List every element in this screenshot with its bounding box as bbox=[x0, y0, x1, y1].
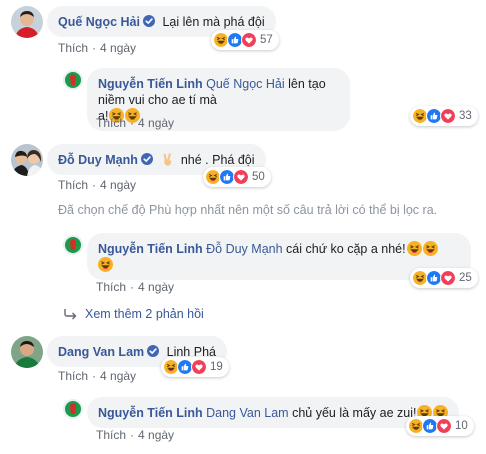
separator-dot: · bbox=[92, 369, 97, 383]
comment-text: cái chứ ko cặp a nhé! bbox=[286, 242, 406, 256]
avatar[interactable] bbox=[63, 235, 83, 255]
reaction-count: 50 bbox=[252, 171, 265, 183]
like-button[interactable]: Thích bbox=[96, 280, 126, 294]
comment-author[interactable]: Nguyễn Tiến Linh bbox=[98, 242, 203, 256]
comment-author[interactable]: Dang Van Lam bbox=[58, 345, 144, 359]
love-reaction-icon bbox=[440, 108, 456, 124]
timestamp[interactable]: 4 ngày bbox=[100, 369, 136, 383]
love-reaction-icon bbox=[191, 359, 207, 375]
view-more-replies-label: Xem thêm 2 phản hồi bbox=[85, 307, 204, 321]
haha-emoji bbox=[407, 241, 422, 256]
like-button[interactable]: Thích bbox=[58, 41, 88, 55]
comment-actions: Thích · 4 ngày bbox=[96, 280, 174, 294]
mention-link[interactable]: Đỗ Duy Mạnh bbox=[206, 242, 282, 256]
separator-dot: · bbox=[130, 116, 135, 130]
reaction-count: 10 bbox=[455, 420, 468, 432]
timestamp[interactable]: 4 ngày bbox=[138, 280, 174, 294]
haha-emoji bbox=[98, 257, 113, 272]
comment-actions: Thích · 4 ngày bbox=[96, 116, 174, 130]
timestamp[interactable]: 4 ngày bbox=[138, 116, 174, 130]
comment-text: Lại lên mà phá đội bbox=[162, 15, 265, 29]
comment-actions: Thích · 4 ngày bbox=[96, 428, 174, 442]
reply-arrow-icon bbox=[64, 308, 78, 320]
avatar[interactable] bbox=[11, 336, 43, 368]
reactions-summary[interactable]: 10 bbox=[406, 416, 474, 436]
view-more-replies-link[interactable]: Xem thêm 2 phản hồi bbox=[64, 307, 204, 321]
verified-badge-icon bbox=[143, 15, 155, 27]
separator-dot: · bbox=[92, 178, 97, 192]
reactions-summary[interactable]: 50 bbox=[203, 167, 271, 187]
reactions-summary[interactable]: 33 bbox=[410, 106, 478, 126]
mention-link[interactable]: Dang Van Lam bbox=[206, 406, 288, 420]
reactions-summary[interactable]: 57 bbox=[211, 30, 279, 50]
avatar[interactable] bbox=[63, 70, 83, 90]
victory-hand-emoji bbox=[164, 153, 172, 166]
comment-actions: Thích · 4 ngày bbox=[58, 369, 136, 383]
timestamp[interactable]: 4 ngày bbox=[138, 428, 174, 442]
like-button[interactable]: Thích bbox=[58, 369, 88, 383]
comment-author[interactable]: Nguyễn Tiến Linh bbox=[98, 77, 203, 91]
reaction-count: 33 bbox=[459, 110, 472, 122]
filter-note: Đã chọn chế độ Phù hợp nhất nên một số c… bbox=[58, 203, 438, 217]
love-reaction-icon bbox=[233, 169, 249, 185]
comment-text: nhé . Phá đội bbox=[180, 153, 255, 167]
reactions-summary[interactable]: 25 bbox=[410, 268, 478, 288]
reply-bubble: Nguyễn Tiến Linh Dang Van Lam chủ yếu là… bbox=[87, 397, 460, 428]
avatar[interactable] bbox=[11, 144, 43, 176]
timestamp[interactable]: 4 ngày bbox=[100, 178, 136, 192]
separator-dot: · bbox=[92, 41, 97, 55]
comment-text: chủ yếu là mấy ae zui! bbox=[292, 406, 417, 420]
love-reaction-icon bbox=[440, 270, 456, 286]
like-button[interactable]: Thích bbox=[96, 116, 126, 130]
reactions-summary[interactable]: 19 bbox=[161, 357, 229, 377]
avatar[interactable] bbox=[11, 6, 43, 38]
reaction-count: 57 bbox=[260, 34, 273, 46]
comment-actions: Thích · 4 ngày bbox=[58, 41, 136, 55]
reaction-count: 19 bbox=[210, 361, 223, 373]
verified-badge-icon bbox=[147, 345, 159, 357]
mention-link[interactable]: Quế Ngọc Hải bbox=[206, 77, 285, 91]
love-reaction-icon bbox=[436, 418, 452, 434]
avatar[interactable] bbox=[63, 399, 83, 419]
like-button[interactable]: Thích bbox=[58, 178, 88, 192]
verified-badge-icon bbox=[141, 153, 153, 165]
comment-author[interactable]: Quế Ngọc Hải bbox=[58, 15, 140, 29]
comment-actions: Thích · 4 ngày bbox=[58, 178, 136, 192]
separator-dot: · bbox=[130, 280, 135, 294]
separator-dot: · bbox=[130, 428, 135, 442]
love-reaction-icon bbox=[241, 32, 257, 48]
reaction-count: 25 bbox=[459, 272, 472, 284]
haha-emoji bbox=[423, 241, 438, 256]
comment-author[interactable]: Đỗ Duy Mạnh bbox=[58, 153, 138, 167]
like-button[interactable]: Thích bbox=[96, 428, 126, 442]
timestamp[interactable]: 4 ngày bbox=[100, 41, 136, 55]
comment-author[interactable]: Nguyễn Tiến Linh bbox=[98, 406, 203, 420]
